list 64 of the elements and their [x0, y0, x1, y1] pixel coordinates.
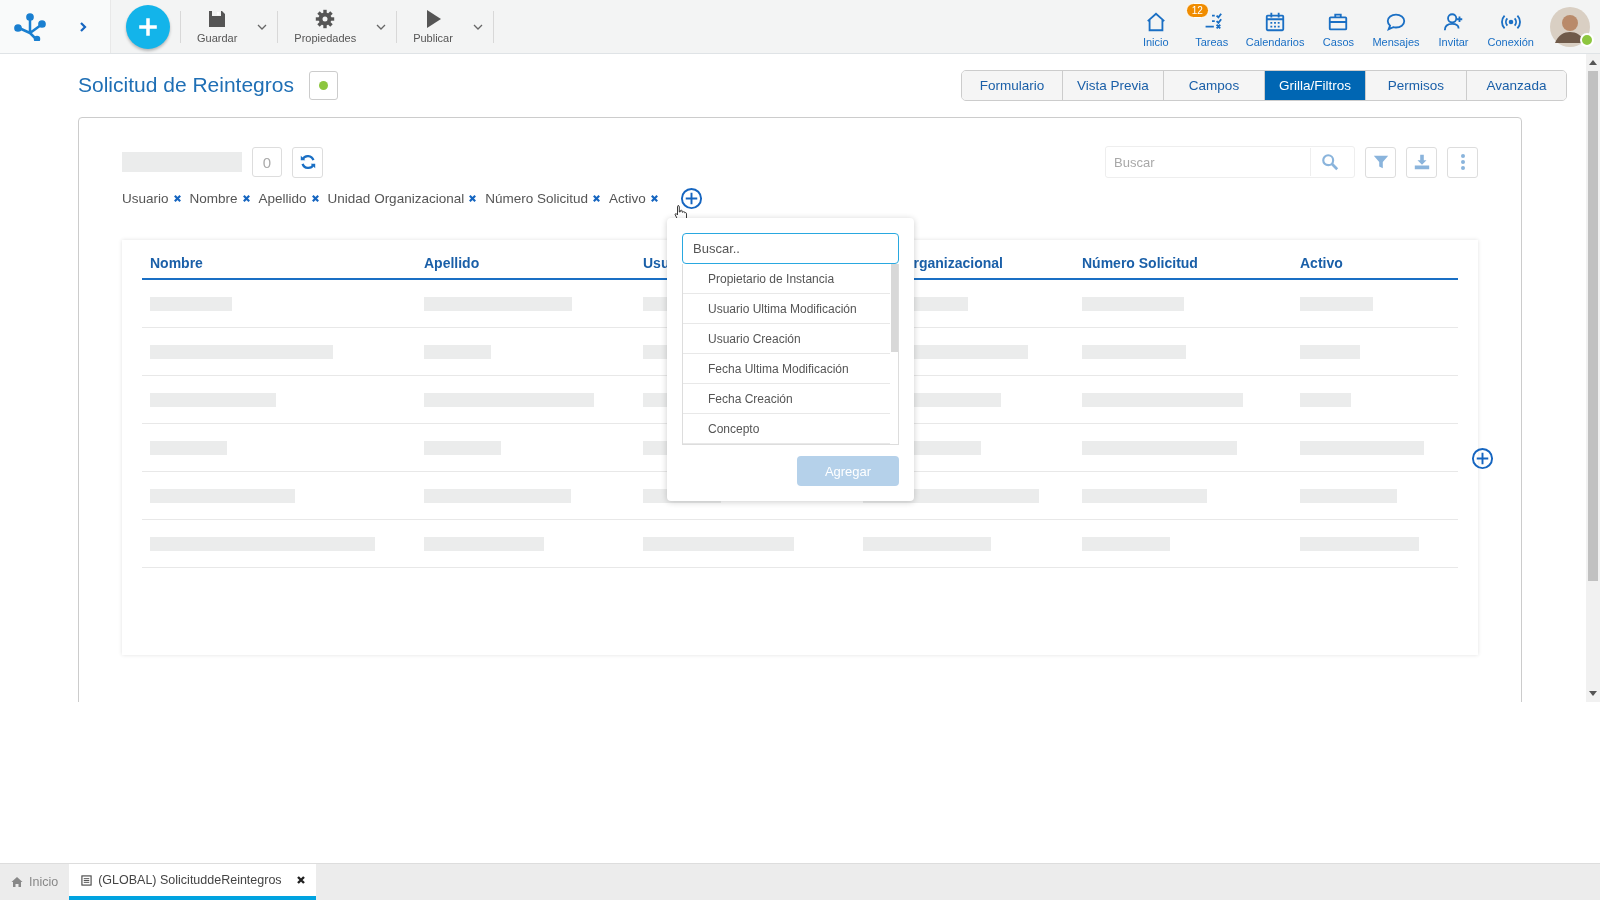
toolbar-button[interactable]: Propiedades: [290, 4, 361, 49]
list-item[interactable]: Fecha Creación: [683, 384, 890, 414]
filter-chip-label: Unidad Organizacional: [327, 190, 465, 206]
toolbar-button[interactable]: Publicar: [409, 4, 457, 49]
settings-icon: [315, 9, 336, 29]
close-icon[interactable]: [295, 875, 306, 885]
remove-icon[interactable]: [241, 193, 251, 203]
column-header[interactable]: Activo: [1292, 255, 1458, 278]
status-dot-icon: [318, 80, 328, 90]
save-icon: [207, 9, 228, 29]
plus-icon: [137, 15, 159, 38]
remove-icon[interactable]: [310, 193, 320, 203]
home-icon: [11, 876, 23, 888]
list-item[interactable]: Concepto: [683, 414, 890, 444]
filter-chip-label: Nombre: [189, 190, 238, 206]
record-count: 0: [252, 147, 282, 177]
filter-chip-label: Activo: [609, 190, 646, 206]
refresh-button[interactable]: [292, 146, 323, 178]
tab[interactable]: Formulario: [962, 70, 1063, 100]
download-icon: [1412, 153, 1431, 171]
list-item[interactable]: Usuario Ultima Modificación: [683, 294, 890, 324]
caret-icon[interactable]: [472, 23, 483, 30]
list-item[interactable]: Usuario Creación: [683, 324, 890, 354]
column-header[interactable]: Nombre: [142, 255, 416, 278]
remove-icon[interactable]: [592, 193, 601, 203]
caret-icon[interactable]: [376, 23, 387, 30]
filter-icon: [1371, 153, 1390, 171]
filter-chip-label: Usuario: [122, 190, 169, 206]
nav-button[interactable]: Mensajes: [1368, 3, 1424, 50]
add-column-icon[interactable]: [1471, 447, 1494, 470]
form-icon: [81, 874, 93, 886]
scroll-down-icon[interactable]: [1589, 691, 1597, 696]
scroll-up-icon[interactable]: [1589, 60, 1597, 65]
page-title: Solicitud de Reintegros: [78, 73, 294, 97]
logo-icon[interactable]: [14, 12, 46, 41]
nav-button[interactable]: Conexión: [1483, 3, 1538, 50]
person-silhouette-icon: [1550, 6, 1590, 47]
nav-button[interactable]: Calendarios: [1241, 3, 1309, 50]
scrollbar-track[interactable]: [1586, 54, 1600, 702]
nav-button[interactable]: Casos: [1312, 3, 1365, 50]
caret-icon[interactable]: [257, 23, 268, 30]
list-item[interactable]: Propietario de Instancia: [683, 264, 890, 294]
remove-icon[interactable]: [649, 193, 659, 203]
expand-chevron-icon[interactable]: [79, 20, 87, 33]
search-field[interactable]: Buscar..: [682, 233, 899, 264]
scrollbar[interactable]: [891, 264, 898, 352]
tab[interactable]: Grilla/Filtros: [1265, 70, 1366, 100]
task-tab[interactable]: (GLOBAL) SolicituddeReintegros: [69, 864, 316, 900]
column-header[interactable]: Número Solicitud: [1074, 255, 1292, 278]
filter-chip-label: Apellido: [258, 190, 307, 206]
add-filter-icon[interactable]: [679, 186, 703, 210]
remove-icon[interactable]: [172, 193, 182, 203]
nav-button[interactable]: Invitar: [1427, 3, 1480, 50]
column-header[interactable]: Apellido: [416, 255, 635, 278]
refresh-icon: [298, 153, 317, 171]
more-vertical-icon: [1460, 154, 1465, 170]
scroll-thumb[interactable]: [1588, 71, 1598, 581]
nav-button[interactable]: Inicio: [1129, 3, 1182, 50]
count-badge: 12: [1185, 3, 1209, 18]
nav-button[interactable]: Tareas 12: [1185, 3, 1238, 50]
filter-chip-label: Número Solicitud: [485, 190, 588, 206]
list-item[interactable]: Fecha Ultima Modificación: [683, 354, 890, 384]
toolbar-button[interactable]: Guardar: [193, 4, 242, 49]
remove-icon[interactable]: [468, 193, 478, 203]
